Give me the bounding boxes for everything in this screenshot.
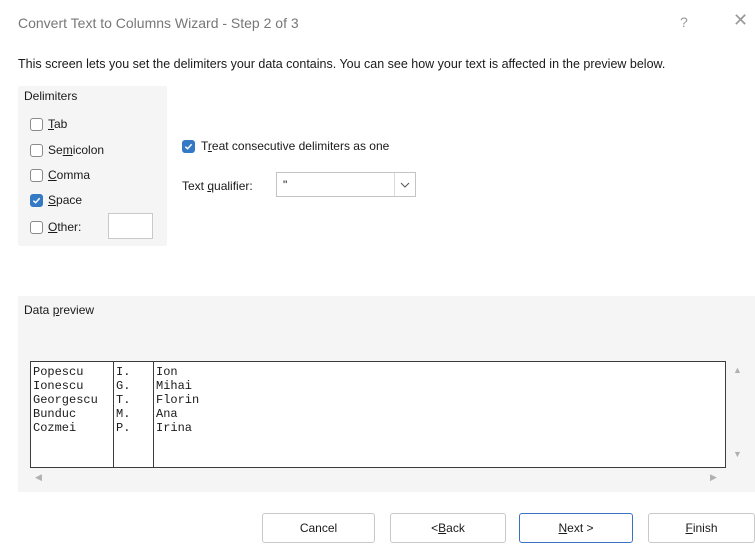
text-qualifier-label: Text qualifier:	[182, 179, 253, 193]
comma-label: Comma	[48, 168, 91, 182]
window-title: Convert Text to Columns Wizard - Step 2 …	[18, 15, 299, 31]
preview-cell: Florin	[156, 393, 200, 407]
preview-cell: Ion	[156, 365, 178, 379]
other-label: Other:	[48, 220, 82, 234]
semicolon-checkbox[interactable]	[30, 143, 43, 157]
tab-checkbox-row[interactable]: Tab	[30, 115, 67, 133]
other-checkbox-row[interactable]: Other:	[30, 218, 81, 236]
preview-cell: Bunduc	[33, 407, 77, 421]
treat-consecutive-row[interactable]: Treat consecutive delimiters as one	[182, 137, 389, 155]
tab-checkbox[interactable]	[30, 117, 43, 131]
cancel-button[interactable]: Cancel	[262, 513, 375, 543]
space-checkbox[interactable]	[30, 193, 43, 207]
preview-cell: Popescu	[33, 365, 84, 379]
preview-cell: Ana	[156, 407, 178, 421]
treat-consecutive-label: Treat consecutive delimiters as one	[201, 139, 390, 153]
treat-consecutive-checkbox[interactable]	[182, 139, 195, 153]
other-checkbox[interactable]	[30, 220, 43, 234]
text-qualifier-select[interactable]: "	[276, 172, 416, 197]
description-text: This screen lets you set the delimiters …	[18, 57, 666, 71]
preview-cell: Irina	[156, 421, 193, 435]
horizontal-scrollbar[interactable]: ◀ ▶	[30, 470, 726, 486]
preview-cell: M.	[116, 407, 131, 421]
preview-cell: T.	[116, 393, 131, 407]
data-preview-grid[interactable]: Popescu I. Ion Ionescu G. Mihai Georgescu T. Flo…	[30, 361, 726, 468]
text-qualifier-value: "	[283, 177, 288, 192]
preview-cell: Ionescu	[33, 379, 84, 393]
scroll-down-icon[interactable]: ▼	[733, 449, 742, 459]
scroll-left-icon[interactable]: ◀	[35, 472, 42, 483]
vertical-scrollbar[interactable]: ▲ ▼	[729, 361, 747, 468]
data-preview-label: Data preview	[24, 303, 95, 317]
other-delimiter-input[interactable]	[108, 213, 153, 239]
column-break-line[interactable]	[153, 362, 154, 467]
space-label: Space	[48, 193, 83, 207]
scroll-right-icon[interactable]: ▶	[710, 472, 717, 483]
space-checkbox-row[interactable]: Space	[30, 191, 82, 209]
preview-cell: Georgescu	[33, 393, 98, 407]
next-button[interactable]: Next >	[519, 513, 633, 543]
preview-cell: I.	[116, 365, 131, 379]
comma-checkbox[interactable]	[30, 168, 43, 182]
column-break-line[interactable]	[113, 362, 114, 467]
semicolon-label: Semicolon	[48, 143, 105, 157]
help-button[interactable]: ?	[680, 14, 688, 30]
preview-cell: Cozmei	[33, 421, 77, 435]
semicolon-checkbox-row[interactable]: Semicolon	[30, 141, 104, 159]
close-button[interactable]: ✕	[733, 11, 748, 29]
delimiters-group-label: Delimiters	[24, 89, 78, 103]
tab-label: Tab	[48, 117, 68, 131]
preview-cell: G.	[116, 379, 131, 393]
chevron-down-icon[interactable]	[394, 173, 415, 196]
back-button[interactable]: < Back	[390, 513, 506, 543]
finish-button[interactable]: Finish	[648, 513, 755, 543]
scroll-up-icon[interactable]: ▲	[733, 365, 742, 375]
comma-checkbox-row[interactable]: Comma	[30, 166, 90, 184]
preview-cell: Mihai	[156, 379, 193, 393]
preview-cell: P.	[116, 421, 131, 435]
